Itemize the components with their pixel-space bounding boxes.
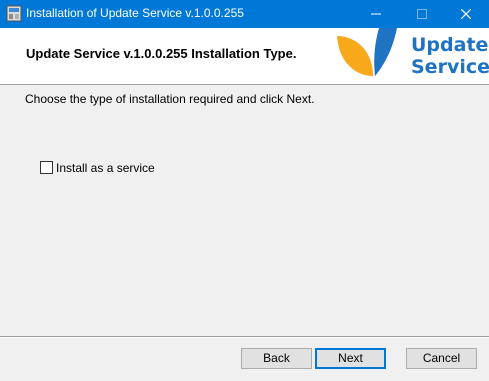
installer-app-icon[interactable] <box>6 5 22 22</box>
install-as-service-label[interactable]: Install as a service <box>56 161 155 175</box>
logo-text-line1: Update <box>411 34 489 56</box>
minimize-button[interactable] <box>353 0 399 28</box>
minimize-icon <box>371 13 381 15</box>
next-button[interactable]: Next <box>315 348 386 369</box>
cancel-button[interactable]: Cancel <box>406 348 477 369</box>
page-title: Update Service v.1.0.0.255 Installation … <box>26 46 297 61</box>
maximize-icon <box>417 9 427 19</box>
update-service-logo: Update Service <box>335 28 489 84</box>
install-as-service-checkbox[interactable] <box>40 161 53 174</box>
title-bar[interactable]: Installation of Update Service v.1.0.0.2… <box>0 0 489 28</box>
window-title: Installation of Update Service v.1.0.0.2… <box>26 6 244 20</box>
back-button[interactable]: Back <box>241 348 312 369</box>
close-button[interactable] <box>443 0 489 28</box>
header-banner: Update Service v.1.0.0.255 Installation … <box>0 28 489 85</box>
maximize-button[interactable] <box>399 0 445 28</box>
footer-divider <box>0 336 489 338</box>
logo-leaf-icon <box>337 28 397 76</box>
close-icon <box>461 9 471 19</box>
logo-text-line2: Service <box>411 56 489 78</box>
logo-wordmark: Update Service <box>411 34 489 78</box>
instruction-text: Choose the type of installation required… <box>25 92 315 106</box>
